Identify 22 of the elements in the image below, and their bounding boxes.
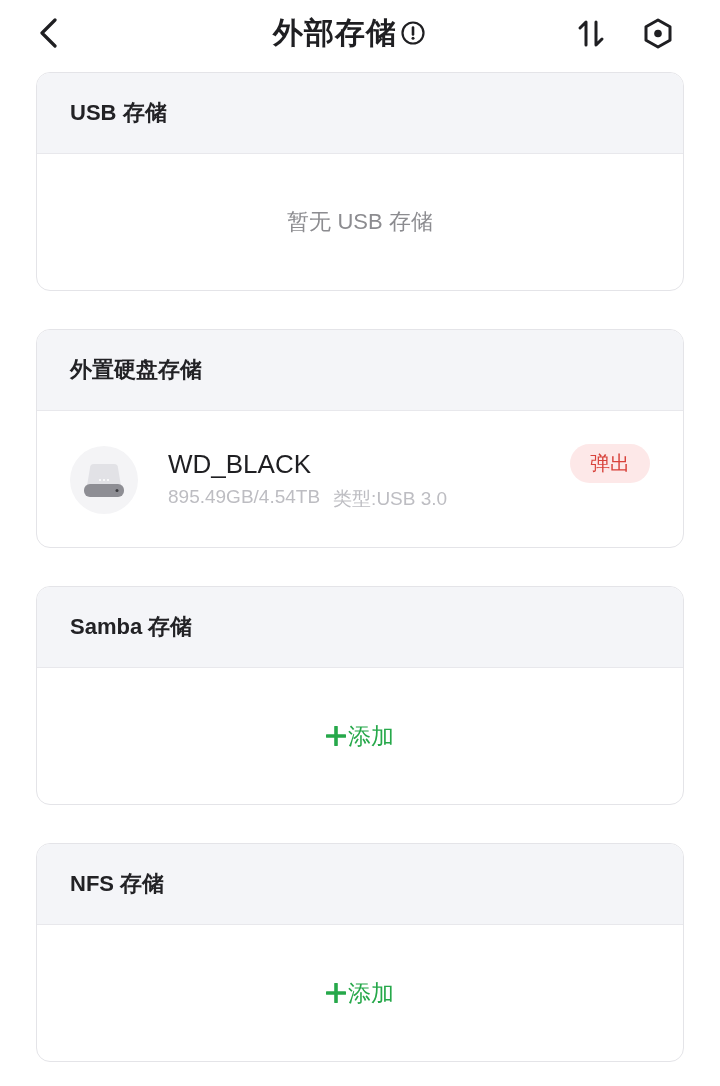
empty-message: 暂无 USB 存储 bbox=[287, 208, 433, 236]
info-icon[interactable] bbox=[400, 21, 425, 45]
section-title: USB 存储 bbox=[70, 99, 167, 127]
device-capacity: 895.49GB/4.54TB bbox=[168, 485, 321, 509]
sort-icon bbox=[577, 19, 605, 47]
plus-icon bbox=[326, 983, 346, 1003]
eject-button[interactable]: 弹出 bbox=[570, 444, 650, 483]
sort-button[interactable] bbox=[577, 19, 605, 47]
section-title: NFS 存储 bbox=[70, 870, 165, 898]
add-button[interactable]: 添加 bbox=[324, 716, 396, 756]
settings-icon bbox=[643, 17, 673, 49]
back-icon bbox=[38, 18, 58, 48]
settings-button[interactable] bbox=[643, 17, 673, 49]
back-button[interactable] bbox=[38, 18, 58, 48]
device-type: 类型:USB 3.0 bbox=[333, 486, 448, 511]
device-name: WD_BLACK bbox=[168, 448, 313, 480]
page-title: 外部存储 bbox=[272, 14, 397, 51]
add-button[interactable]: 添加 bbox=[324, 973, 396, 1013]
plus-icon bbox=[326, 726, 346, 746]
hard-drive-icon bbox=[70, 446, 138, 514]
section-title: Samba 存储 bbox=[70, 613, 193, 641]
section-title: 外置硬盘存储 bbox=[70, 356, 202, 384]
